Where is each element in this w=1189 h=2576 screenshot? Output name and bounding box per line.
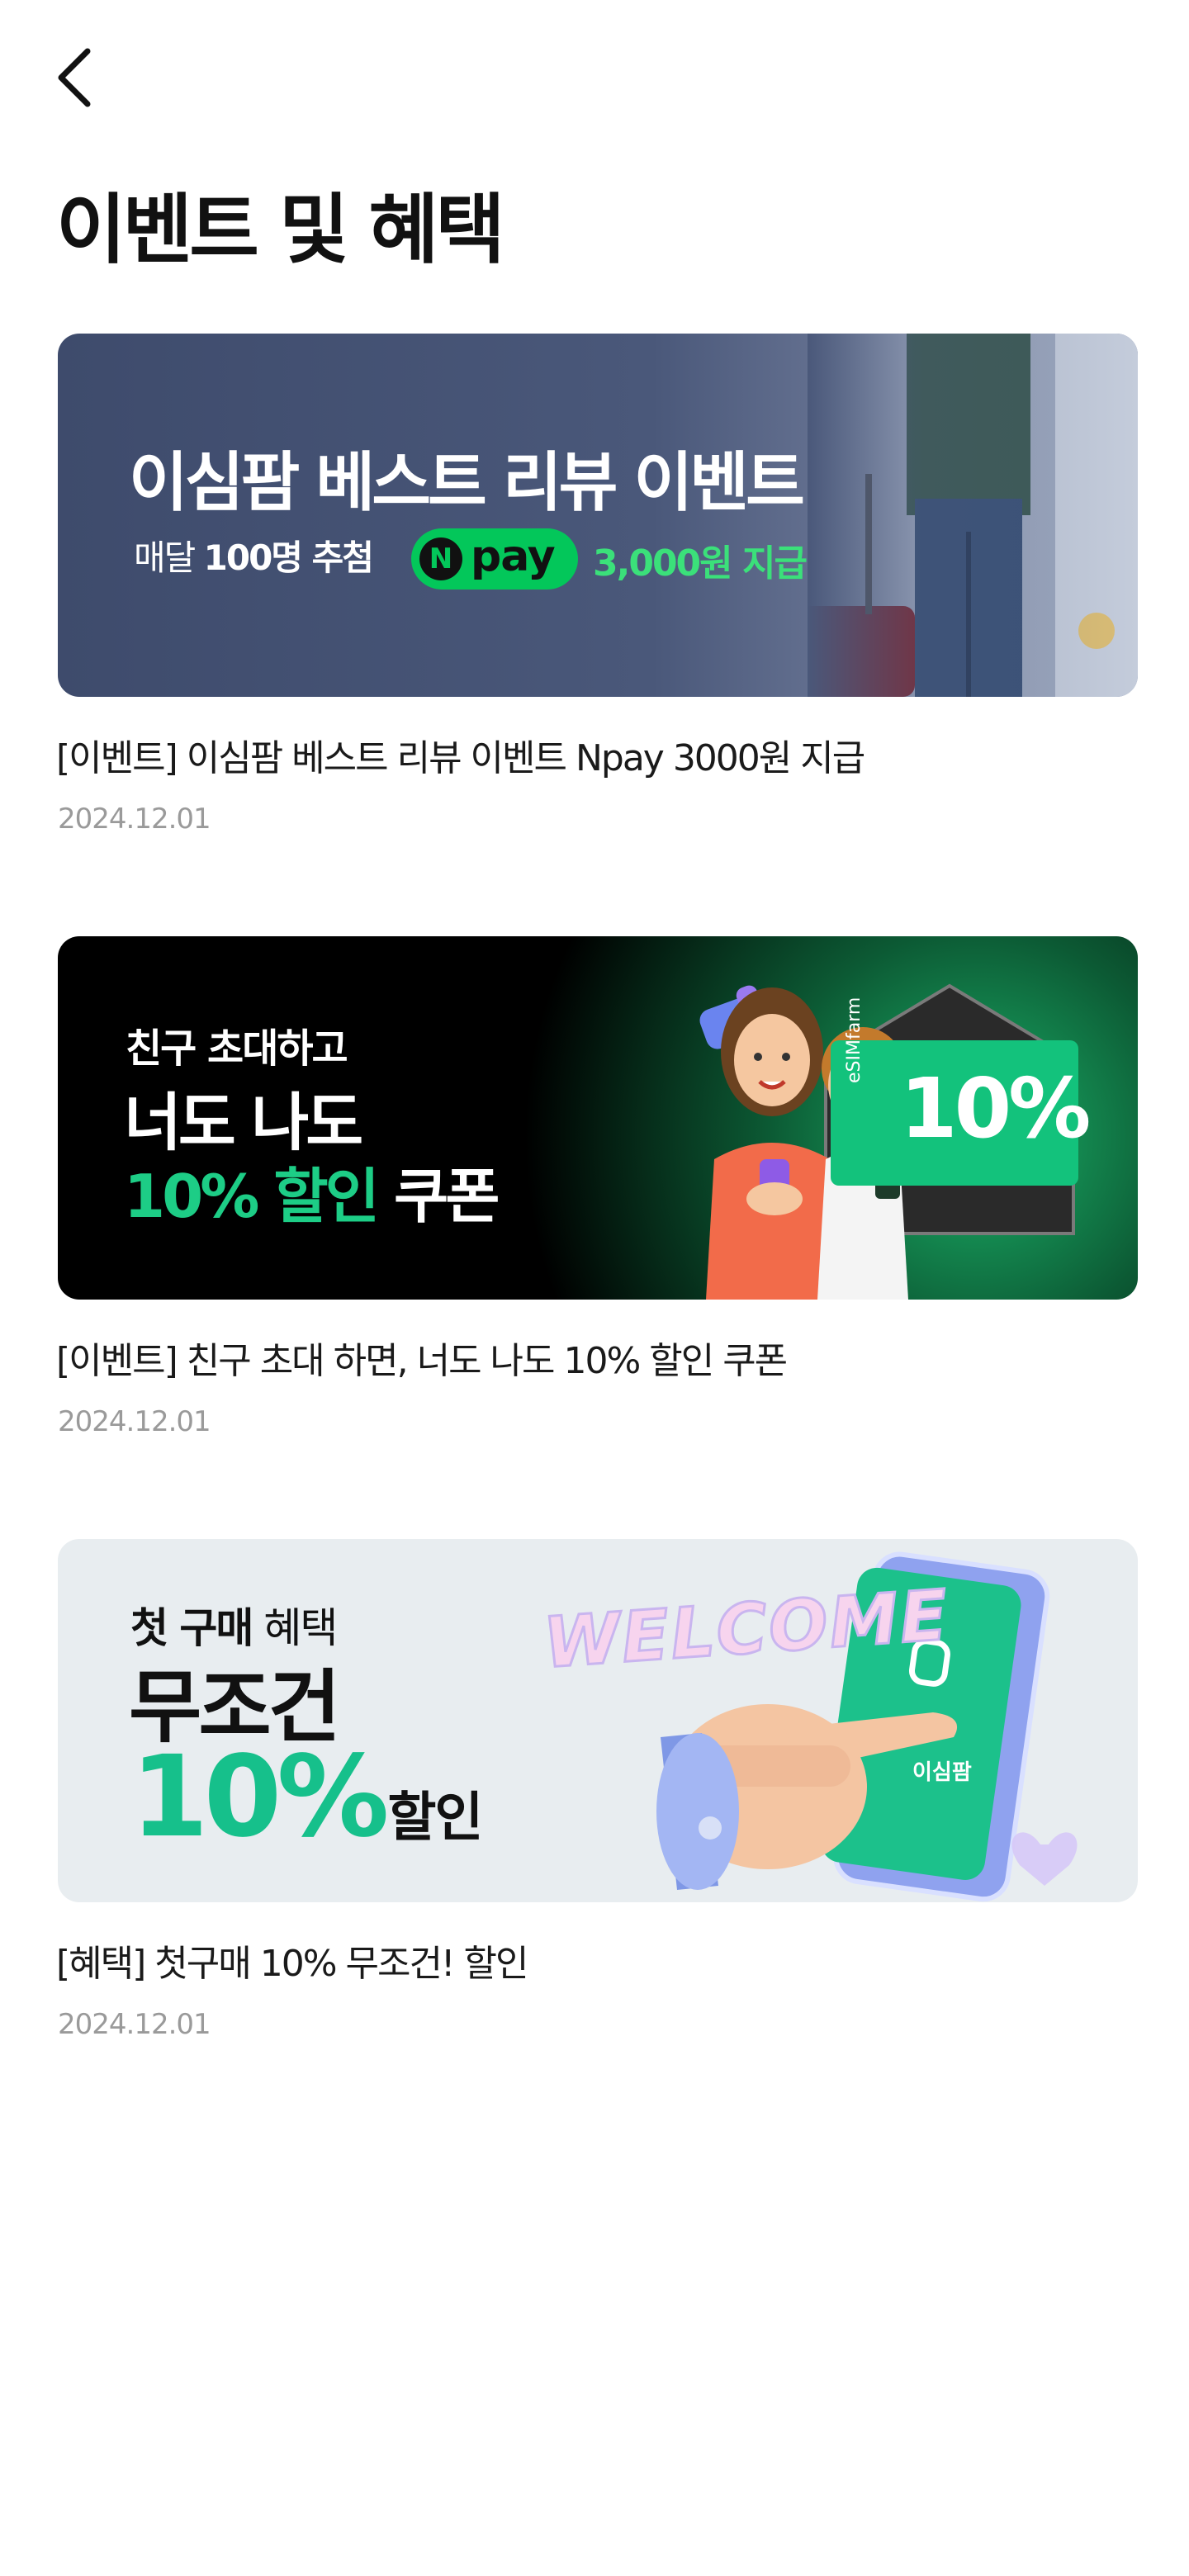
banner-percent: 10% [130,1732,390,1863]
banner-line3-white: 쿠폰 [393,1162,500,1231]
post-title: [이벤트] 친구 초대 하면, 너도 나도 10% 할인 쿠폰 [56,1340,788,1382]
banner-headline: 이심팜 베스트 리뷰 이벤트 [129,446,805,520]
event-banner: 이심팜 베스트 리뷰 이벤트 매달 100명 추첨 N pay 3,000원 지… [58,334,1138,697]
npay-logo: N pay [411,528,578,590]
banner-sale-label: 할인 [387,1788,484,1849]
page-title: 이벤트 및 혜택 [56,186,505,274]
banner-line3: 10% 할인 쿠폰 [124,1148,500,1234]
banner-line3: 10%할인 [130,1732,484,1863]
npay-logo-text: pay [471,532,556,581]
back-button[interactable] [50,43,102,112]
event-card-friend-invite[interactable]: eSIMfarm 10% 친구 초대하고 너도 나도 10% 할인 쿠폰 [이벤… [56,936,1138,1438]
post-date: 2024.12.01 [58,2008,211,2041]
banner-amount: 3,000원 지급 [593,542,808,585]
traveler-photo [808,334,1138,697]
event-banner: eSIMfarm 10% 친구 초대하고 너도 나도 10% 할인 쿠폰 [58,936,1138,1300]
chevron-left-icon [58,48,91,107]
post-date: 2024.12.01 [58,803,211,836]
benefit-card-first-purchase[interactable]: WELCOME 이심팜 첫 구매 혜택 무조건 10%할인 [혜택] 첫구매 1… [56,1539,1138,2041]
event-card-best-review[interactable]: 이심팜 베스트 리뷰 이벤트 매달 100명 추첨 N pay 3,000원 지… [56,334,1138,836]
banner-sub-bold: 100명 추첨 [203,537,374,578]
post-title: [이벤트] 이심팜 베스트 리뷰 이벤트 Npay 3000원 지급 [56,737,865,779]
banner-subtitle: 매달 100명 추첨 [134,530,374,580]
post-title: [혜택] 첫구매 10% 무조건! 할인 [56,1943,529,1985]
event-banner: WELCOME 이심팜 첫 구매 혜택 무조건 10%할인 [58,1539,1138,1902]
banner-line3-green: 10% 할인 [124,1162,380,1231]
npay-n-icon: N [419,537,462,580]
banner-sub-prefix: 매달 [134,537,196,578]
phone-brand-label: 이심팜 [912,1760,972,1785]
banner-line1: 친구 초대하고 [126,1025,348,1072]
post-date: 2024.12.01 [58,1405,211,1438]
coupon-value: 10% [900,1060,1091,1157]
coupon-brand: eSIMfarm [844,997,865,1083]
